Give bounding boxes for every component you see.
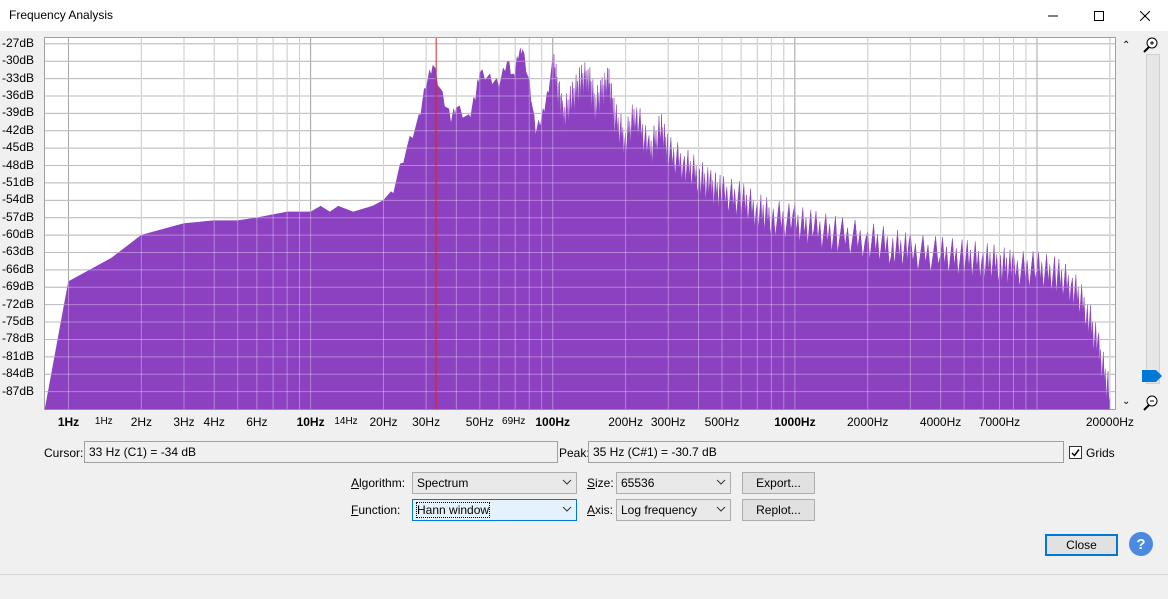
x-tick-label: 2Hz [130, 415, 153, 429]
x-tick-label: 50Hz [465, 415, 494, 429]
x-tick-label: 14Hz [334, 416, 358, 427]
function-label: Function: [351, 503, 401, 517]
export-button[interactable]: Export... [742, 472, 815, 494]
grids-label: Grids [1086, 446, 1115, 460]
chevron-down-icon [716, 503, 726, 518]
spectrum-area [44, 47, 1111, 410]
zoom-slider-handle[interactable] [1142, 370, 1162, 382]
x-tick-label: 69Hz [502, 416, 526, 427]
checkmark-icon [1071, 449, 1080, 457]
x-tick-label: 100Hz [535, 415, 571, 429]
peak-field: 35 Hz (C#1) = -30.7 dB [588, 441, 1064, 463]
algorithm-select[interactable]: Spectrum [412, 472, 577, 494]
size-select[interactable]: 65536 [616, 472, 731, 494]
scroll-down-icon[interactable]: ⌄ [1122, 396, 1130, 407]
zoom-out-icon[interactable] [1142, 394, 1160, 412]
x-tick-label: 4000Hz [919, 415, 962, 429]
x-tick-label: 300Hz [650, 415, 686, 429]
x-tick-label: 6Hz [246, 415, 268, 429]
status-bar [0, 574, 1168, 599]
replot-button[interactable]: Replot... [742, 499, 815, 521]
x-tick-label: 1Hz [57, 415, 80, 429]
axis-label: Axis: [587, 503, 614, 517]
x-tick-label: 7000Hz [978, 415, 1021, 429]
x-tick-label: 200Hz [608, 415, 643, 429]
size-label: Size: [587, 476, 614, 490]
x-tick-label: 10Hz [296, 415, 325, 429]
chevron-down-icon [562, 503, 572, 518]
svg-text:?: ? [1136, 536, 1145, 553]
x-tick-label: 30Hz [412, 415, 441, 429]
function-select[interactable]: Hann window [412, 499, 577, 521]
grids-checkbox[interactable] [1069, 446, 1082, 459]
chevron-down-icon [716, 476, 726, 491]
zoom-in-icon[interactable] [1142, 36, 1160, 54]
x-tick-label: 20000Hz [1085, 415, 1134, 429]
scroll-up-icon[interactable]: ⌃ [1122, 40, 1130, 51]
algorithm-label: Algorithm: [351, 476, 406, 490]
help-button[interactable]: ? [1128, 531, 1154, 557]
x-tick-label: 4Hz [203, 415, 225, 429]
help-icon: ? [1129, 532, 1153, 556]
x-tick-label: 500Hz [704, 415, 740, 429]
spectrum-chart [44, 38, 1115, 410]
x-tick-label: 1Hz [94, 416, 113, 427]
x-tick-label: 3Hz [173, 415, 195, 429]
close-button[interactable]: Close [1045, 534, 1118, 556]
zoom-slider-track[interactable] [1146, 54, 1160, 384]
chevron-down-icon [562, 476, 572, 491]
x-tick-label: 2000Hz [847, 415, 889, 429]
x-tick-label: 20Hz [369, 415, 398, 429]
x-tick-label: 1000Hz [774, 415, 816, 429]
cursor-field: 33 Hz (C1) = -34 dB [84, 441, 558, 463]
axis-select[interactable]: Log frequency [616, 499, 731, 521]
peak-label: Peak: [559, 446, 590, 460]
cursor-label: Cursor: [44, 446, 84, 460]
